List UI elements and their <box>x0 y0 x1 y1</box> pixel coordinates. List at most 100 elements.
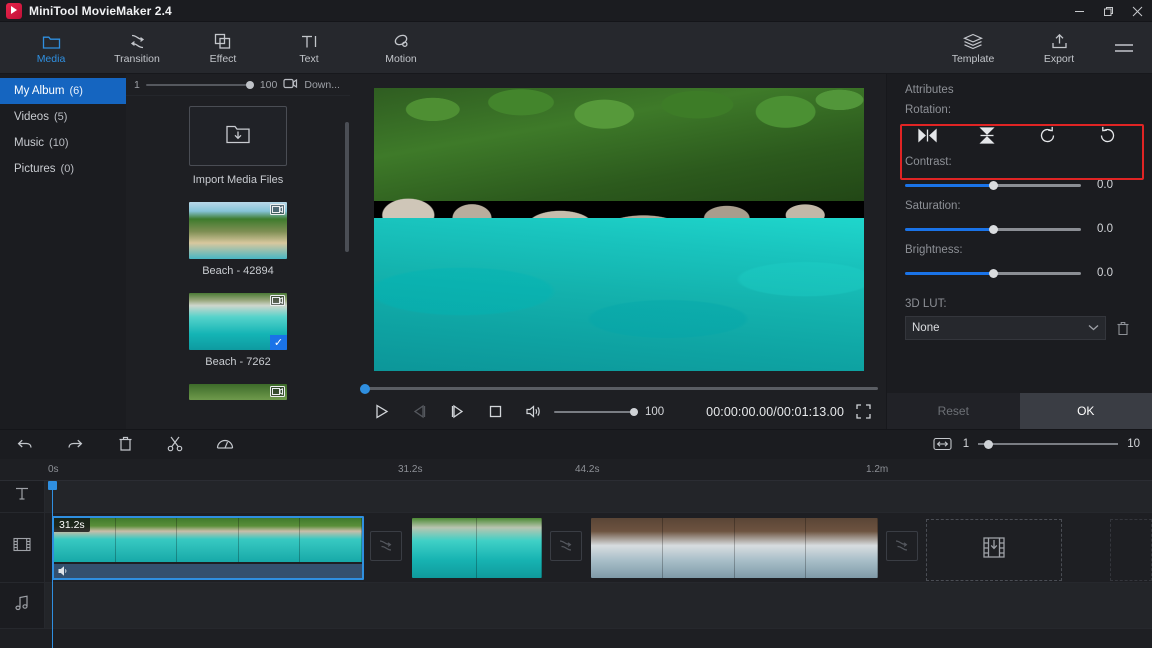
playhead-knob[interactable] <box>360 384 370 394</box>
rotate-counterclockwise-button[interactable] <box>1090 120 1126 150</box>
brightness-slider-row: 0.0 <box>905 260 1134 286</box>
next-frame-button[interactable] <box>438 397 476 427</box>
timeline-zoom-slider[interactable] <box>978 438 1118 450</box>
volume-slider[interactable] <box>554 406 638 418</box>
redo-button[interactable] <box>50 429 100 459</box>
timeline-playhead[interactable] <box>52 481 53 648</box>
app-logo-icon <box>6 3 22 19</box>
restore-button[interactable] <box>1094 0 1123 22</box>
tab-transition[interactable]: Transition <box>94 22 180 74</box>
sidebar-item-videos[interactable]: Videos (5) <box>0 104 126 130</box>
attributes-footer: Reset OK <box>887 393 1152 429</box>
music-track-body[interactable] <box>45 583 1152 628</box>
saturation-slider-row: 0.0 <box>905 216 1134 242</box>
music-track-header[interactable] <box>0 583 45 628</box>
tab-template-label: Template <box>952 53 995 65</box>
minimize-button[interactable] <box>1065 0 1094 22</box>
saturation-label: Saturation: <box>905 200 1134 212</box>
transition-placeholder-2[interactable] <box>550 531 582 561</box>
speed-button[interactable] <box>200 429 250 459</box>
tab-template[interactable]: Template <box>930 22 1016 74</box>
transition-icon <box>128 30 147 50</box>
thumb-size-min-label: 1 <box>134 79 140 91</box>
media-item-beach-42894[interactable]: Beach - 42894 <box>189 202 287 277</box>
flip-horizontal-button[interactable] <box>909 120 945 150</box>
zoom-min-label: 1 <box>963 438 969 450</box>
close-button[interactable] <box>1123 0 1152 22</box>
effect-icon <box>214 30 232 50</box>
folder-icon <box>42 30 61 50</box>
toolbar-right-group: Template Export <box>930 22 1146 74</box>
media-dropzone[interactable] <box>926 519 1062 581</box>
transition-placeholder-1[interactable] <box>370 531 402 561</box>
timeline-ruler[interactable]: 0s 31.2s 44.2s 1.2m <box>0 459 1152 481</box>
brightness-label: Brightness: <box>905 244 1134 256</box>
sidebar-item-my-album[interactable]: My Album (6) <box>0 78 126 104</box>
media-item-partial[interactable] <box>189 384 287 400</box>
transition-placeholder-3[interactable] <box>886 531 918 561</box>
media-panel: 1 100 Down... <box>126 74 350 429</box>
play-button[interactable] <box>362 397 400 427</box>
clip-rocky-3[interactable] <box>591 518 878 578</box>
saturation-value: 0.0 <box>1097 223 1113 235</box>
brightness-slider[interactable] <box>905 267 1081 279</box>
text-track-body[interactable] <box>45 481 1152 512</box>
clip-beach-1[interactable]: 31.2s <box>52 516 364 580</box>
sidebar-item-music[interactable]: Music (10) <box>0 130 126 156</box>
playback-progress-row <box>358 381 880 395</box>
sidebar-item-pictures[interactable]: Pictures (0) <box>0 156 126 182</box>
timeline-toolbar: 1 10 <box>0 429 1152 459</box>
import-folder-icon <box>225 123 251 150</box>
stop-button[interactable] <box>476 397 514 427</box>
zoom-max-label: 10 <box>1127 438 1140 450</box>
import-media-button[interactable] <box>189 106 287 166</box>
timecode-display: 00:00:00.00/00:01:13.00 <box>706 405 844 419</box>
main-content: My Album (6) Videos (5) Music (10) Pictu… <box>0 74 1152 429</box>
playback-progress-slider[interactable] <box>360 387 878 390</box>
video-stage <box>358 78 880 381</box>
download-label[interactable]: Down... <box>304 79 340 91</box>
undo-button[interactable] <box>0 429 50 459</box>
media-scrollbar[interactable] <box>345 122 349 252</box>
motion-icon <box>392 30 411 50</box>
attributes-title: Attributes <box>887 74 1152 102</box>
split-button[interactable] <box>150 429 200 459</box>
ruler-tick: 44.2s <box>575 464 599 475</box>
video-settings-icon[interactable] <box>283 78 298 92</box>
contrast-slider[interactable] <box>905 179 1081 191</box>
lut-label: 3D LUT: <box>905 298 1134 310</box>
reset-button[interactable]: Reset <box>887 393 1020 429</box>
fit-to-window-icon[interactable] <box>932 434 954 454</box>
export-button[interactable]: Export <box>1016 22 1102 74</box>
tab-media[interactable]: Media <box>8 22 94 74</box>
lut-select[interactable]: None <box>905 316 1106 340</box>
delete-button[interactable] <box>100 429 150 459</box>
clip-beach-2[interactable] <box>412 518 542 578</box>
rotate-clockwise-button[interactable] <box>1030 120 1066 150</box>
saturation-slider[interactable] <box>905 223 1081 235</box>
fullscreen-button[interactable] <box>850 398 876 426</box>
previous-frame-button[interactable] <box>400 397 438 427</box>
ok-button[interactable]: OK <box>1020 393 1152 429</box>
playhead-handle[interactable] <box>48 481 57 490</box>
video-track-header[interactable] <box>0 513 45 582</box>
media-thumbnail <box>189 384 287 400</box>
text-track-header[interactable] <box>0 481 45 512</box>
media-library-sidebar: My Album (6) Videos (5) Music (10) Pictu… <box>0 74 126 429</box>
tab-motion[interactable]: Motion <box>358 22 444 74</box>
media-item-beach-7262[interactable]: ✓ Beach - 7262 <box>189 293 287 368</box>
video-track-body[interactable]: 31.2s <box>45 513 1152 582</box>
video-type-icon <box>270 386 285 397</box>
flip-vertical-button[interactable] <box>969 120 1005 150</box>
hamburger-menu-icon[interactable] <box>1102 22 1146 74</box>
delete-lut-button[interactable] <box>1112 316 1134 340</box>
thumbnail-size-slider[interactable] <box>146 79 254 91</box>
video-preview[interactable] <box>374 88 864 371</box>
upload-icon <box>1050 30 1069 50</box>
volume-icon[interactable] <box>514 397 552 427</box>
app-window: MiniTool MovieMaker 2.4 <box>0 0 1152 648</box>
tab-text[interactable]: Text <box>266 22 352 74</box>
main-toolbar: Media Transition Effect <box>0 22 1152 74</box>
sidebar-item-videos-count: (5) <box>54 111 67 123</box>
tab-effect[interactable]: Effect <box>180 22 266 74</box>
